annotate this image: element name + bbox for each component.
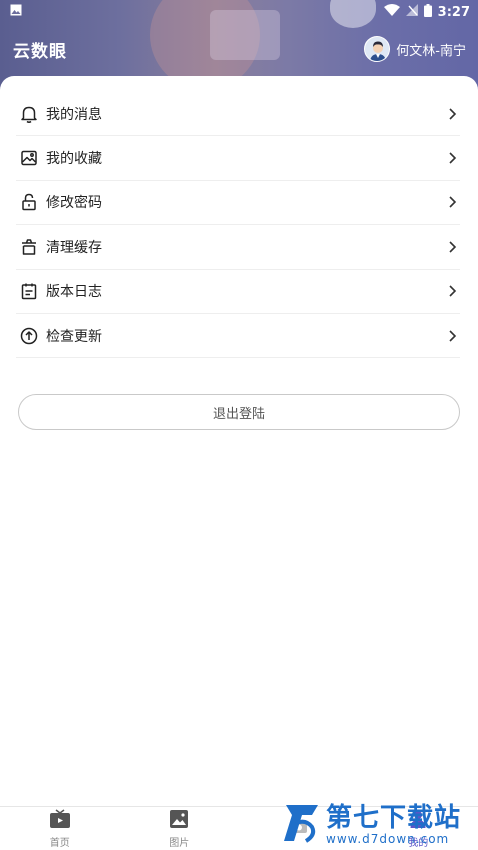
tab-mine[interactable]: 我的 — [359, 807, 478, 850]
menu-item-favorites[interactable]: 我的收藏 — [16, 136, 460, 181]
no-signal-icon — [405, 4, 418, 20]
chevron-right-icon — [444, 106, 460, 122]
menu-item-change-password[interactable]: 修改密码 — [16, 181, 460, 226]
profile-card: 我的消息 我的收藏 修改密码 清理缓存 版本日志 检查更新 退出登陆 — [0, 76, 478, 806]
person-icon — [408, 809, 428, 833]
lock-icon — [18, 191, 40, 213]
picture-icon — [169, 809, 189, 833]
menu-item-label: 检查更新 — [46, 328, 102, 345]
avatar[interactable] — [364, 36, 391, 62]
user-profile[interactable]: 何文林-南宁 — [364, 36, 466, 62]
chevron-right-icon — [444, 283, 460, 299]
menu-item-clear-cache[interactable]: 清理缓存 — [16, 225, 460, 270]
logout-button[interactable]: 退出登陆 — [18, 394, 460, 430]
settings-menu: 我的消息 我的收藏 修改密码 清理缓存 版本日志 检查更新 — [16, 92, 460, 359]
trash-icon — [18, 236, 40, 258]
bell-icon — [18, 103, 40, 125]
gallery-notification-icon — [10, 4, 22, 20]
menu-item-changelog[interactable]: 版本日志 — [16, 270, 460, 314]
status-time: 3:27 — [437, 4, 470, 20]
camera-icon — [289, 816, 309, 840]
chevron-right-icon — [444, 150, 460, 166]
menu-item-messages[interactable]: 我的消息 — [16, 92, 460, 137]
tv-icon — [49, 808, 71, 833]
tab-pictures[interactable]: 图片 — [120, 807, 240, 850]
wifi-icon — [383, 4, 400, 20]
menu-item-label: 清理缓存 — [46, 239, 102, 256]
tab-label: 图片 — [169, 837, 190, 849]
menu-item-label: 我的消息 — [46, 106, 102, 123]
menu-item-check-update[interactable]: 检查更新 — [16, 314, 460, 359]
menu-item-label: 我的收藏 — [46, 151, 102, 168]
app-title: 云数眼 — [13, 41, 67, 62]
app-bar: 云数眼 何文林-南宁 — [0, 30, 478, 68]
menu-item-label: 修改密码 — [46, 195, 102, 212]
chevron-right-icon — [444, 239, 460, 255]
calendar-icon — [18, 280, 40, 302]
tab-label: 我的 — [408, 837, 429, 849]
battery-icon — [423, 3, 432, 21]
bottom-nav: 首页 图片 我的 — [0, 806, 478, 850]
status-bar: 3:27 — [0, 0, 478, 24]
chevron-right-icon — [444, 194, 460, 210]
user-name: 何文林-南宁 — [396, 43, 466, 59]
tab-label: 首页 — [49, 837, 70, 849]
arrow-up-circle-icon — [18, 325, 40, 347]
image-icon — [18, 147, 40, 169]
tab-home[interactable]: 首页 — [0, 807, 120, 850]
tab-camera[interactable] — [239, 807, 359, 850]
chevron-right-icon — [444, 328, 460, 344]
menu-item-label: 版本日志 — [46, 284, 102, 301]
